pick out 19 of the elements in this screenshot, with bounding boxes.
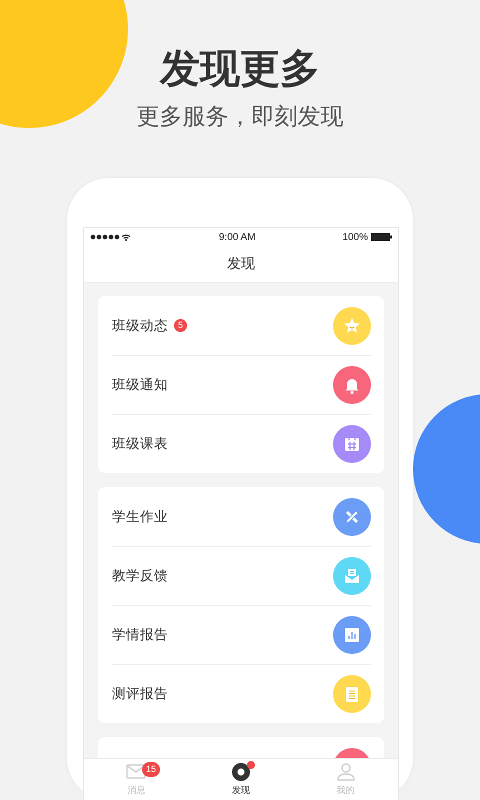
battery-level: 100% [342, 232, 368, 242]
signal-icon [90, 233, 132, 241]
lens-icon [231, 762, 251, 784]
count-badge: 15 [142, 762, 160, 777]
subheadline: 更多服务，即刻发现 [136, 103, 344, 132]
headline: 发现更多 [160, 45, 320, 94]
status-time: 9:00 AM [218, 232, 256, 242]
menu-item[interactable]: 班级通知 [112, 355, 371, 414]
tab[interactable]: 发现 [188, 759, 294, 800]
battery-icon [371, 233, 392, 241]
tab[interactable]: 消息 15 [84, 759, 189, 800]
menu-item[interactable]: 测评报告 [112, 664, 371, 723]
menu-item[interactable]: 学情报告 [112, 605, 371, 664]
menu-item[interactable]: 班级课表 [112, 414, 371, 473]
count-badge: 5 [174, 319, 187, 332]
menu-item[interactable]: 班级动态 5 [112, 296, 371, 355]
menu-item[interactable]: 学生作业 [112, 487, 371, 546]
page-title: 发现 [227, 255, 255, 273]
menu-item[interactable]: 教学反馈 [112, 546, 371, 605]
